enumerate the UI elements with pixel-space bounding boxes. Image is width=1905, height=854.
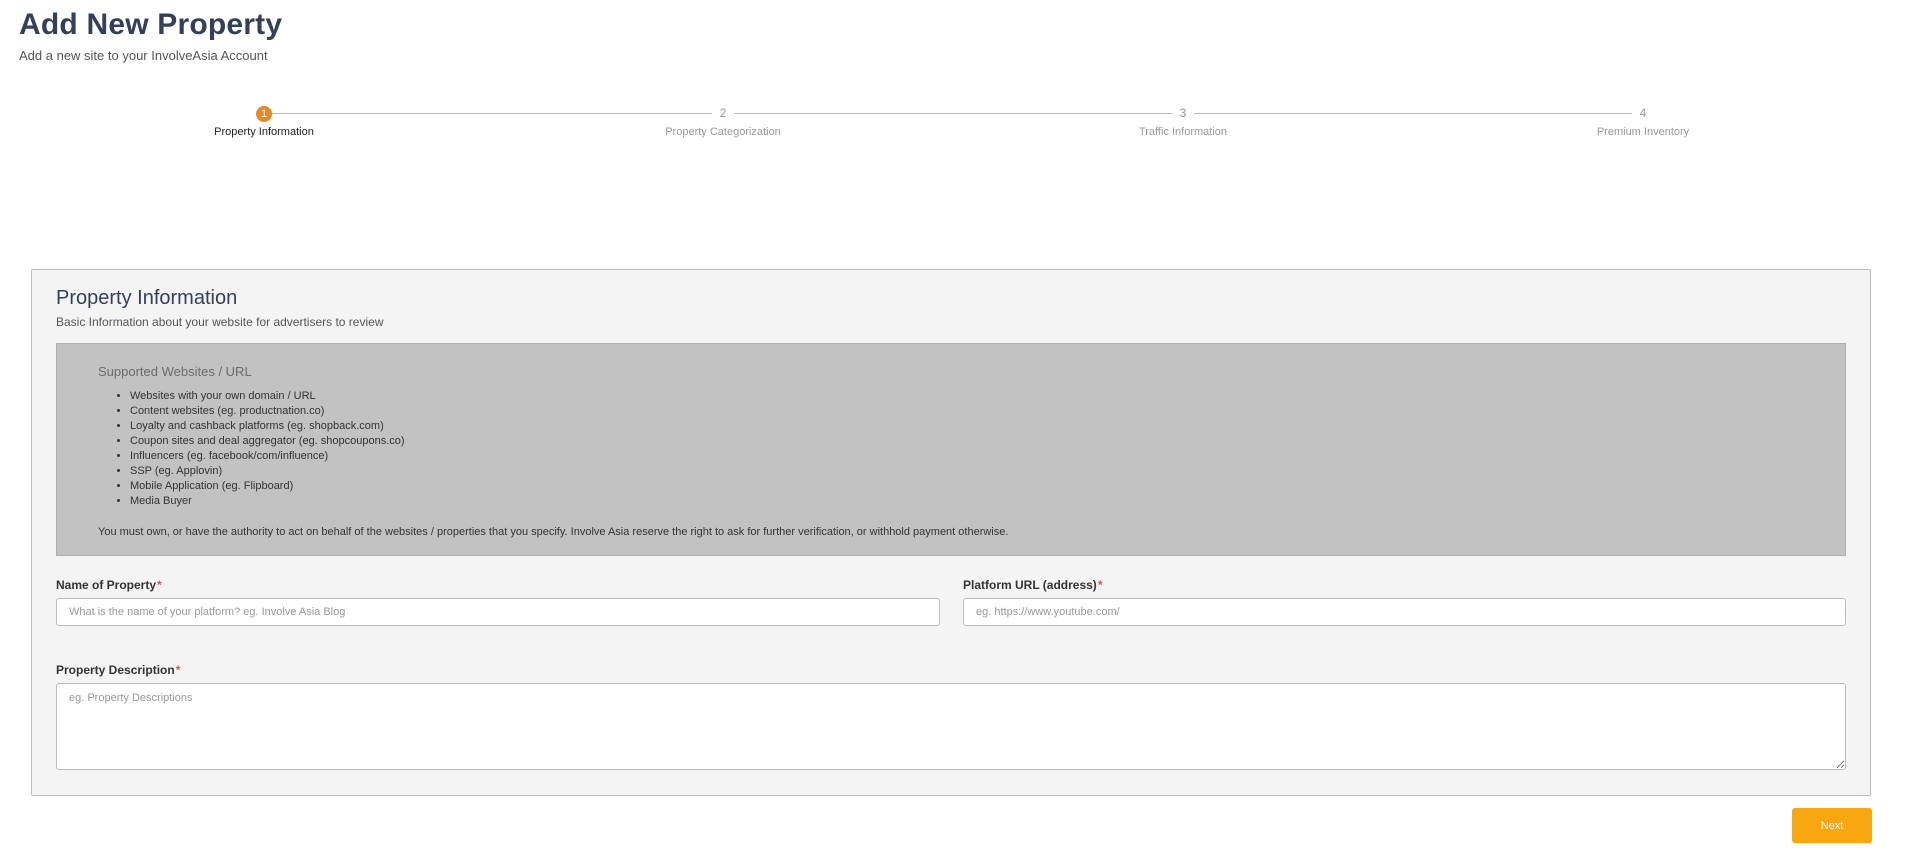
info-box-title: Supported Websites / URL: [98, 364, 252, 379]
step-property-categorization[interactable]: 2 Property Categorization: [603, 104, 843, 138]
stepper-connector: [264, 113, 1643, 114]
required-mark: *: [175, 663, 181, 677]
property-description-label-text: Property Description: [56, 663, 175, 677]
list-item: Influencers (eg. facebook/com/influence): [130, 449, 405, 464]
page-title: Add New Property: [19, 8, 283, 41]
property-description-label: Property Description*: [56, 663, 180, 677]
step-label: Property Categorization: [665, 126, 781, 138]
property-name-label: Name of Property*: [56, 578, 162, 592]
property-description-textarea[interactable]: [56, 683, 1846, 770]
step-label: Traffic Information: [1138, 126, 1228, 138]
step-property-information[interactable]: 1 Property Information: [144, 104, 384, 138]
list-item: Content websites (eg. productnation.co): [130, 404, 405, 419]
step-traffic-information[interactable]: 3 Traffic Information: [1063, 104, 1303, 138]
page-subtitle: Add a new site to your InvolveAsia Accou…: [19, 48, 268, 63]
step-number: 3: [1172, 105, 1194, 121]
step-number: 4: [1632, 105, 1654, 121]
section-title: Property Information: [56, 287, 238, 309]
property-information-card: Property Information Basic Information a…: [31, 269, 1871, 796]
step-number: 1: [256, 106, 272, 122]
list-item: Mobile Application (eg. Flipboard): [130, 479, 405, 494]
required-mark: *: [157, 578, 162, 592]
section-subtitle: Basic Information about your website for…: [56, 315, 384, 329]
step-number: 2: [712, 105, 734, 121]
list-item: Loyalty and cashback platforms (eg. shop…: [130, 419, 405, 434]
ownership-note: You must own, or have the authority to a…: [98, 526, 1009, 538]
next-button[interactable]: Next: [1792, 808, 1872, 843]
platform-url-label: Platform URL (address)*: [963, 578, 1102, 592]
property-name-label-text: Name of Property: [56, 578, 157, 592]
supported-websites-info-box: Supported Websites / URL Websites with y…: [56, 343, 1846, 556]
step-label: Premium Inventory: [1596, 126, 1690, 138]
platform-url-input[interactable]: [963, 598, 1846, 626]
list-item: Coupon sites and deal aggregator (eg. sh…: [130, 434, 405, 449]
required-mark: *: [1097, 578, 1103, 592]
list-item: SSP (eg. Applovin): [130, 464, 405, 479]
step-premium-inventory[interactable]: 4 Premium Inventory: [1523, 104, 1763, 138]
list-item: Media Buyer: [130, 494, 405, 509]
list-item: Websites with your own domain / URL: [130, 389, 405, 404]
supported-websites-list: Websites with your own domain / URL Cont…: [98, 389, 405, 509]
platform-url-label-text: Platform URL (address): [963, 578, 1097, 592]
step-label: Property Information: [214, 126, 314, 138]
property-name-input[interactable]: [56, 598, 940, 626]
stepper: 1 Property Information 2 Property Catego…: [0, 104, 1905, 144]
